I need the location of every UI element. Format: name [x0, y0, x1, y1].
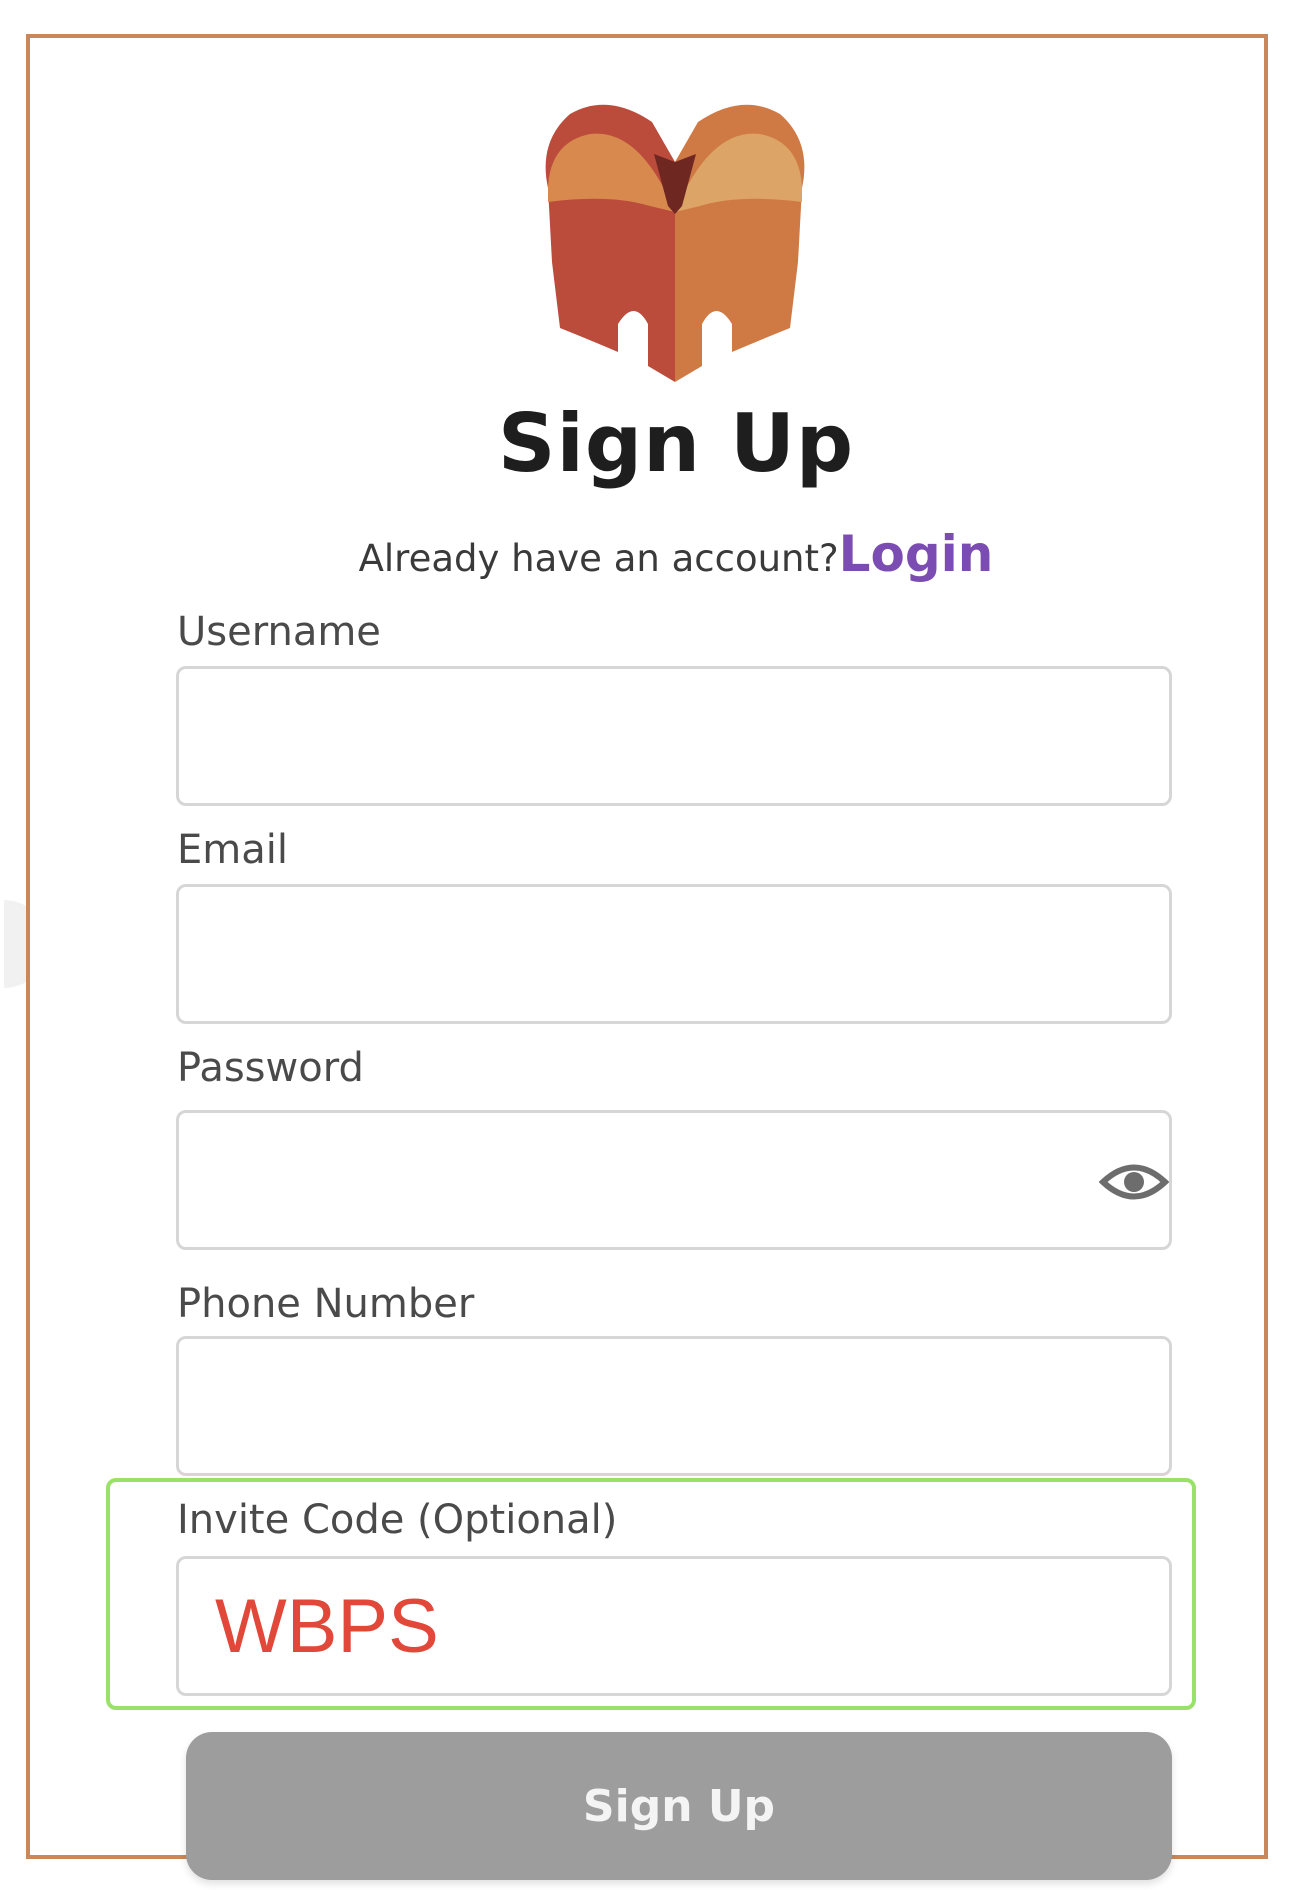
username-field-box	[176, 666, 1172, 806]
phone-field-box	[176, 1336, 1172, 1476]
eye-icon[interactable]	[1099, 1157, 1169, 1207]
login-prompt: Already have an account?Login	[30, 526, 1302, 595]
phone-label: Phone Number	[177, 1281, 475, 1327]
email-input[interactable]	[179, 887, 1169, 1021]
username-input[interactable]	[179, 669, 1169, 803]
invite-code-label: Invite Code (Optional)	[177, 1497, 618, 1543]
email-field-box	[176, 884, 1172, 1024]
page-title: Sign Up	[497, 397, 855, 490]
brand-logo	[545, 104, 805, 382]
invite-code-input[interactable]	[179, 1559, 1169, 1693]
email-label: Email	[177, 827, 288, 873]
password-field-box	[176, 1110, 1172, 1250]
username-label: Username	[177, 609, 381, 655]
sign-up-button[interactable]: Sign Up	[186, 1732, 1172, 1880]
phone-input[interactable]	[179, 1339, 1169, 1473]
account-prompt-text: Already have an account?	[358, 537, 839, 580]
invite-code-field-box	[176, 1556, 1172, 1696]
login-link[interactable]: Login	[839, 525, 994, 583]
password-input[interactable]	[179, 1113, 1169, 1247]
signup-card: Sign Up Already have an account?Login Us…	[26, 34, 1268, 1880]
password-label: Password	[177, 1045, 364, 1091]
